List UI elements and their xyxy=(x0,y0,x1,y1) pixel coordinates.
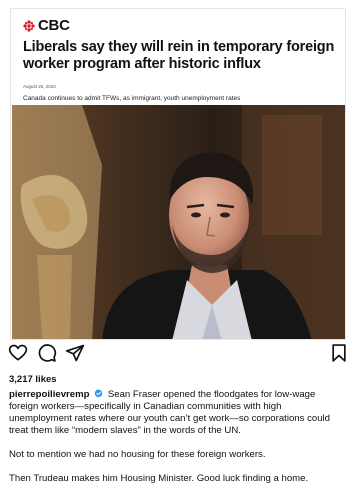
send-icon[interactable] xyxy=(65,343,85,363)
action-bar xyxy=(0,343,364,367)
cbc-logo: CBC xyxy=(23,17,70,34)
like-count[interactable]: 3,217 likes xyxy=(9,374,57,385)
post-image[interactable]: CBC Liberals say they will rein in tempo… xyxy=(10,8,346,340)
article-headline: Liberals say they will rein in temporary… xyxy=(23,39,335,72)
article-subheadline: Canada continues to admit TFWs, as immig… xyxy=(23,95,241,102)
caption-username[interactable]: pierrepoilievremp xyxy=(9,389,90,400)
comment-icon[interactable] xyxy=(37,343,57,363)
article-date: August 26, 2024 xyxy=(23,84,56,89)
news-photo xyxy=(12,105,345,339)
heart-icon[interactable] xyxy=(8,343,28,363)
caption-paragraph-3: Then Trudeau makes him Housing Minister.… xyxy=(9,473,309,484)
bookmark-icon[interactable] xyxy=(329,343,349,363)
verified-badge-icon xyxy=(94,389,103,398)
cbc-gem-icon xyxy=(23,19,35,32)
post-caption: pierrepoilievremp Sean Fraser opened the… xyxy=(9,389,347,497)
brand-name: CBC xyxy=(38,17,70,34)
caption-paragraph-2: Not to mention we had no housing for the… xyxy=(9,449,266,460)
